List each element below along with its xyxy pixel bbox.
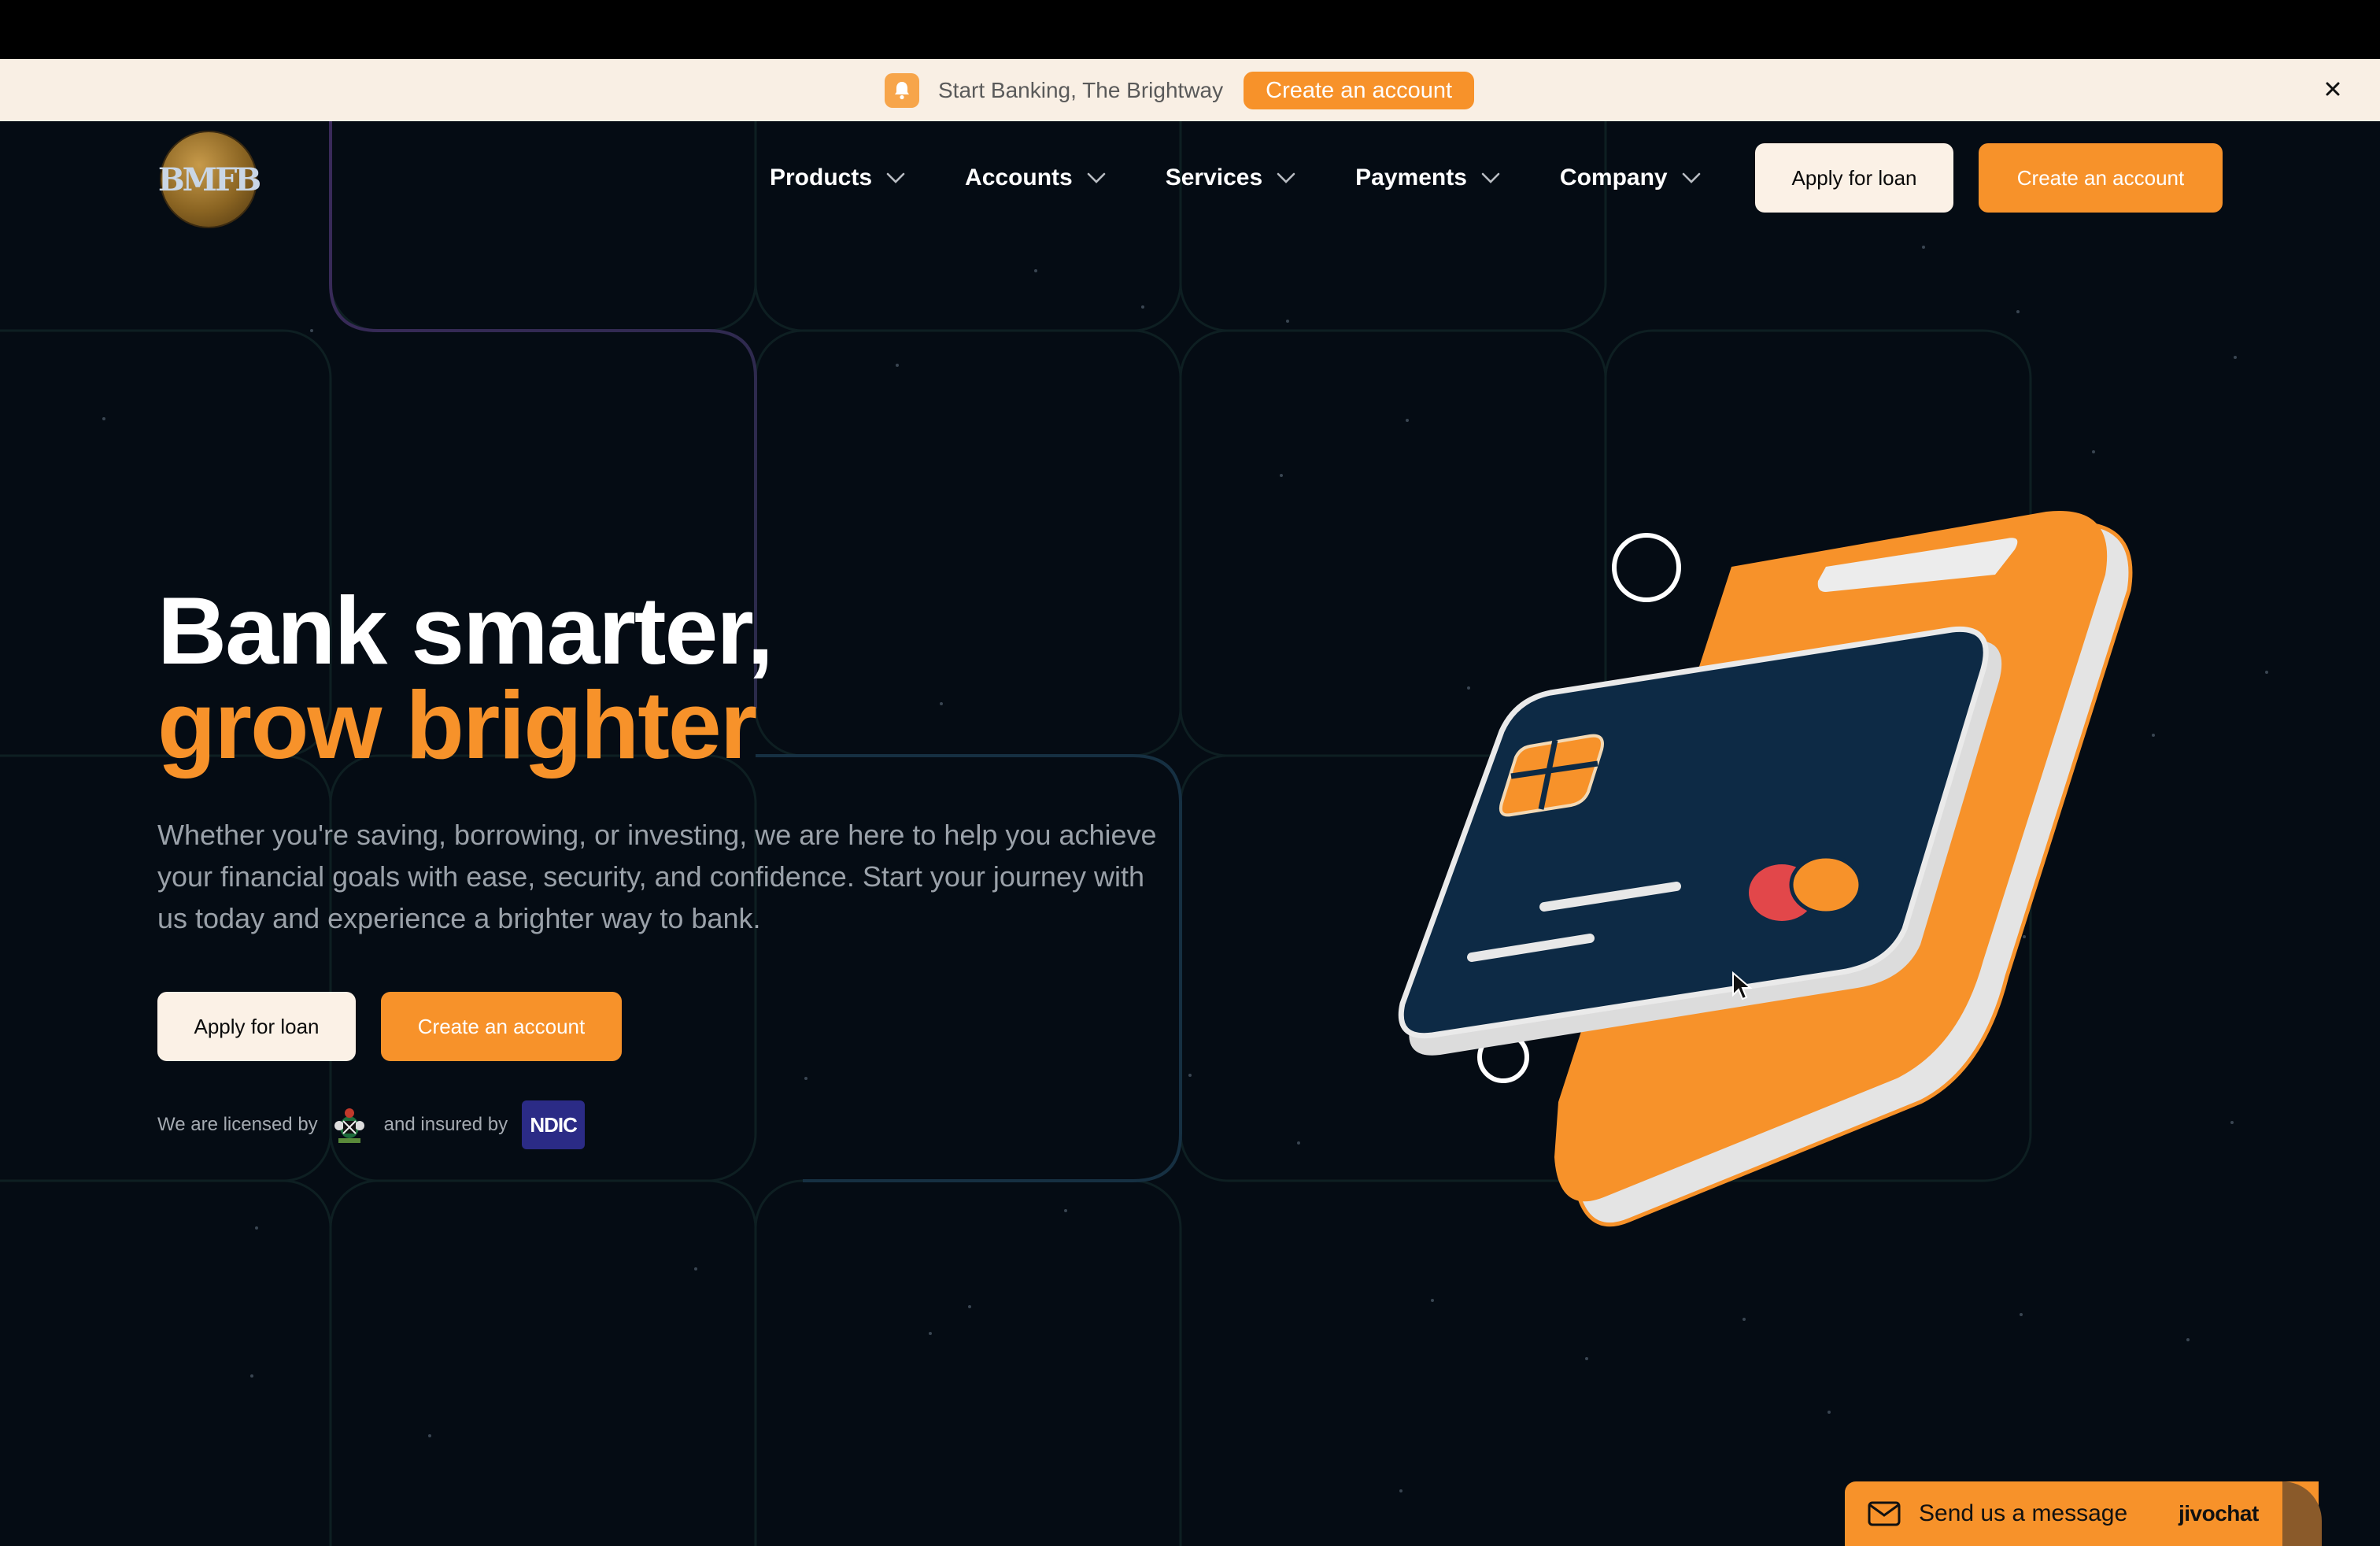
bell-icon [885, 73, 919, 108]
nav-products[interactable]: Products [770, 165, 907, 191]
chevron-down-icon [1481, 172, 1500, 183]
nav-services-label: Services [1165, 165, 1263, 190]
browser-top-bar [0, 0, 2380, 59]
nav-accounts-label: Accounts [965, 165, 1073, 190]
envelope-icon [1868, 1501, 1901, 1526]
header-create-account-button[interactable]: Create an account [1979, 143, 2223, 213]
hero-title-line1: Bank smarter, [157, 577, 774, 684]
header-apply-loan-button[interactable]: Apply for loan [1755, 143, 1953, 213]
chevron-down-icon [1087, 172, 1106, 183]
ndic-logo-text: NDIC [530, 1112, 578, 1137]
chat-label: Send us a message [1919, 1500, 2128, 1526]
nav-company-label: Company [1559, 165, 1668, 190]
banner-text: Start Banking, The Brightway [938, 78, 1224, 102]
nav-services[interactable]: Services [1166, 165, 1297, 191]
nav-company[interactable]: Company [1560, 165, 1702, 191]
bank-logo[interactable]: BMFB [157, 132, 261, 227]
license-strip: We are licensed by and insured by NDIC [157, 1099, 586, 1151]
main-nav: Products Accounts Services Payments Comp… [770, 154, 1761, 202]
announcement-banner: Start Banking, The Brightway Create an a… [0, 59, 2380, 121]
hero-subtitle: Whether you're saving, borrowing, or inv… [157, 819, 1157, 934]
nav-products-label: Products [770, 165, 873, 190]
chevron-down-icon [886, 172, 905, 183]
chevron-down-icon [1277, 172, 1295, 183]
license-prefix: We are licensed by [157, 1114, 318, 1135]
ndic-logo: NDIC [522, 1100, 586, 1149]
chat-brand: jivochat [2179, 1501, 2259, 1526]
insured-text: and insured by [383, 1114, 508, 1135]
logo-text: BMFB [157, 161, 261, 198]
banner-create-account-button[interactable]: Create an account [1244, 72, 1475, 109]
chevron-down-icon [1682, 172, 1700, 183]
chat-widget-button[interactable]: Send us a message jivochat [1845, 1481, 2319, 1546]
nav-payments-label: Payments [1355, 165, 1467, 190]
nav-payments[interactable]: Payments [1355, 165, 1502, 191]
hero-apply-loan-button[interactable]: Apply for loan [157, 992, 356, 1061]
hero-title-line2: grow brighter [157, 671, 757, 779]
coat-of-arms-icon [334, 1108, 364, 1143]
nav-accounts[interactable]: Accounts [965, 165, 1107, 191]
phone-and-credit-card-illustration [1398, 511, 2133, 1227]
hero-create-account-button[interactable]: Create an account [381, 992, 622, 1061]
mouse-cursor-icon [1732, 971, 1753, 1000]
close-icon[interactable] [2317, 73, 2349, 105]
ring-decoration-top [1612, 533, 1681, 602]
